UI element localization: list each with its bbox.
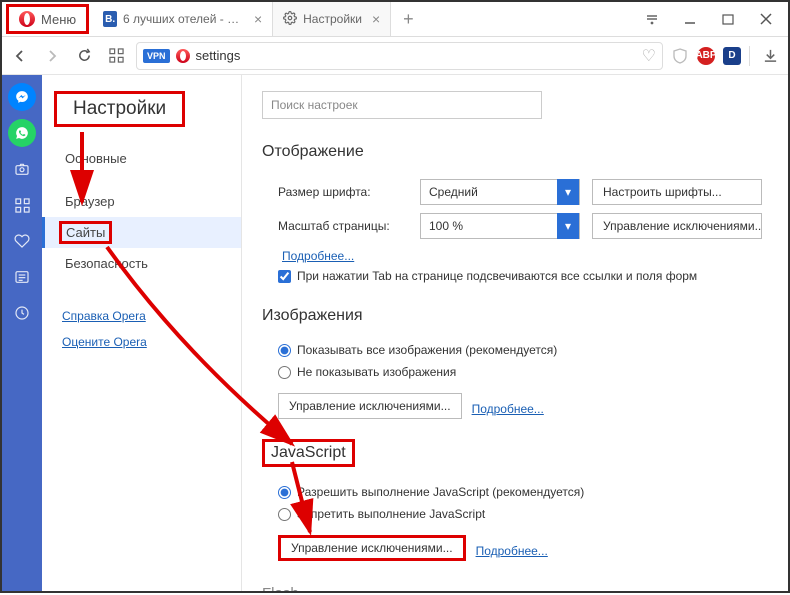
- chevron-down-icon: ▾: [557, 179, 579, 205]
- section-display-heading: Отображение: [262, 143, 768, 161]
- images-hide-label: Не показывать изображения: [297, 365, 456, 379]
- images-more-link[interactable]: Подробнее...: [472, 402, 544, 416]
- font-size-value: Средний: [429, 185, 478, 199]
- section-images-heading: Изображения: [262, 307, 768, 325]
- menu-button[interactable]: Меню: [6, 4, 89, 34]
- settings-sidebar: Настройки Основные Браузер Сайты Безопас…: [42, 75, 242, 591]
- close-window-icon[interactable]: [748, 4, 784, 34]
- section-flash-heading: Flash: [262, 585, 768, 591]
- tab-strip: B. 6 лучших отелей - Мертв × Настройки ×…: [93, 2, 634, 36]
- settings-title: Настройки: [54, 91, 185, 127]
- close-icon[interactable]: ×: [372, 11, 380, 27]
- search-placeholder: Поиск настроек: [271, 98, 358, 112]
- tab-settings[interactable]: Настройки ×: [273, 2, 391, 36]
- side-panel: [2, 75, 42, 591]
- tab-background[interactable]: B. 6 лучших отелей - Мертв ×: [93, 2, 273, 36]
- js-allow-row[interactable]: Разрешить выполнение JavaScript (рекомен…: [262, 481, 768, 503]
- body-row: Настройки Основные Браузер Сайты Безопас…: [2, 75, 788, 591]
- nav-item-basic[interactable]: Основные: [42, 143, 241, 174]
- settings-content: Поиск настроек Отображение Размер шрифта…: [242, 75, 788, 591]
- close-icon[interactable]: ×: [254, 11, 262, 27]
- help-link[interactable]: Справка Opera: [42, 303, 241, 329]
- nav-item-sites[interactable]: Сайты: [42, 217, 241, 248]
- font-size-label: Размер шрифта:: [278, 185, 408, 199]
- js-allow-label: Разрешить выполнение JavaScript (рекомен…: [297, 485, 584, 499]
- address-bar: VPN ♡ ABP D: [2, 37, 788, 75]
- minimize-icon[interactable]: [672, 4, 708, 34]
- menu-label: Меню: [41, 12, 76, 27]
- js-exceptions-button[interactable]: Управление исключениями...: [278, 535, 466, 561]
- speed-dial-side-icon[interactable]: [8, 191, 36, 219]
- section-javascript-heading: JavaScript: [262, 439, 355, 467]
- address-field[interactable]: VPN ♡: [136, 42, 663, 70]
- zoom-row: Масштаб страницы: 100 % ▾ Управление иск…: [262, 209, 768, 243]
- tab-title: 6 лучших отелей - Мертв: [123, 12, 244, 26]
- images-btn-row: Управление исключениями... Подробнее...: [262, 383, 768, 429]
- tab-highlight-checkbox[interactable]: [278, 270, 291, 283]
- back-button[interactable]: [8, 44, 32, 68]
- tab-highlight-label: При нажатии Tab на странице подсвечивают…: [297, 269, 697, 283]
- zoom-exceptions-button[interactable]: Управление исключениями...: [592, 213, 762, 239]
- font-size-row: Размер шрифта: Средний ▾ Настроить шрифт…: [262, 175, 768, 209]
- opera-favicon-icon: [176, 49, 190, 63]
- tab-highlight-row[interactable]: При нажатии Tab на странице подсвечивают…: [262, 263, 768, 289]
- display-more-link[interactable]: Подробнее...: [262, 249, 354, 263]
- adblock-icon[interactable]: ABP: [697, 47, 715, 65]
- tab-favicon-b-icon: B.: [103, 11, 117, 27]
- chevron-down-icon: ▾: [557, 213, 579, 239]
- titlebar: Меню B. 6 лучших отелей - Мертв × Настро…: [2, 2, 788, 37]
- js-btn-row: Управление исключениями... Подробнее...: [262, 525, 768, 571]
- search-settings-input[interactable]: Поиск настроек: [262, 91, 542, 119]
- reload-button[interactable]: [72, 44, 96, 68]
- images-hide-row[interactable]: Не показывать изображения: [262, 361, 768, 383]
- js-allow-radio[interactable]: [278, 486, 291, 499]
- js-block-radio[interactable]: [278, 508, 291, 521]
- forward-button[interactable]: [40, 44, 64, 68]
- speed-dial-button[interactable]: [104, 44, 128, 68]
- opera-logo-icon: [19, 11, 35, 27]
- url-input[interactable]: [196, 48, 636, 63]
- new-tab-button[interactable]: +: [391, 2, 426, 36]
- messenger-icon[interactable]: [8, 83, 36, 111]
- bookmark-heart-icon[interactable]: ♡: [642, 46, 656, 66]
- images-hide-radio[interactable]: [278, 366, 291, 379]
- tab-menu-icon[interactable]: [634, 4, 670, 34]
- js-block-row[interactable]: Запретить выполнение JavaScript: [262, 503, 768, 525]
- zoom-label: Масштаб страницы:: [278, 219, 408, 233]
- shield-icon[interactable]: [671, 47, 689, 65]
- images-exceptions-button[interactable]: Управление исключениями...: [278, 393, 462, 419]
- images-show-all-radio[interactable]: [278, 344, 291, 357]
- zoom-value: 100 %: [429, 219, 463, 233]
- maximize-icon[interactable]: [710, 4, 746, 34]
- divider: [749, 46, 750, 66]
- extension-d-icon[interactable]: D: [723, 47, 741, 65]
- images-show-all-row[interactable]: Показывать все изображения (рекомендуетс…: [262, 339, 768, 361]
- tab-title: Настройки: [303, 12, 362, 26]
- js-more-link[interactable]: Подробнее...: [476, 544, 548, 558]
- nav-item-sites-label: Сайты: [59, 221, 112, 244]
- history-side-icon[interactable]: [8, 299, 36, 327]
- nav-item-security[interactable]: Безопасность: [42, 248, 241, 279]
- font-size-select[interactable]: Средний ▾: [420, 179, 580, 205]
- configure-fonts-button[interactable]: Настроить шрифты...: [592, 179, 762, 205]
- download-icon[interactable]: [758, 44, 782, 68]
- news-side-icon[interactable]: [8, 263, 36, 291]
- rate-link[interactable]: Оцените Opera: [42, 329, 241, 355]
- zoom-select[interactable]: 100 % ▾: [420, 213, 580, 239]
- gear-icon: [283, 11, 297, 28]
- nav-item-browser[interactable]: Браузер: [42, 186, 241, 217]
- images-show-all-label: Показывать все изображения (рекомендуетс…: [297, 343, 557, 357]
- heart-side-icon[interactable]: [8, 227, 36, 255]
- window-controls: [634, 4, 788, 34]
- js-block-label: Запретить выполнение JavaScript: [297, 507, 485, 521]
- whatsapp-icon[interactable]: [8, 119, 36, 147]
- vpn-badge[interactable]: VPN: [143, 49, 170, 63]
- camera-icon[interactable]: [8, 155, 36, 183]
